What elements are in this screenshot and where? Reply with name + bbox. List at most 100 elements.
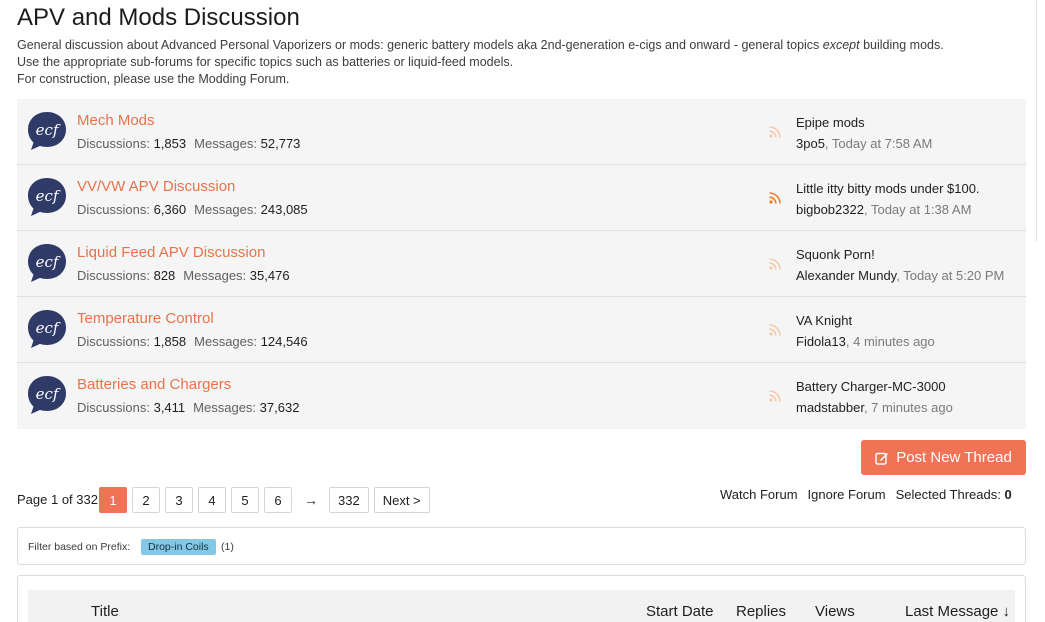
subforum-title-link[interactable]: Liquid Feed APV Discussion bbox=[77, 244, 265, 261]
last-thread-link[interactable]: Battery Charger-MC-3000 bbox=[796, 379, 946, 394]
page-link-last[interactable]: 332 bbox=[329, 487, 369, 513]
discussions-count: 1,853 bbox=[153, 136, 187, 151]
forum-tools: Watch Forum Ignore Forum Selected Thread… bbox=[720, 487, 1012, 502]
svg-text:ecf: ecf bbox=[36, 385, 61, 403]
last-thread-link[interactable]: Squonk Porn! bbox=[796, 247, 875, 262]
description-line: Use the appropriate sub-forums for speci… bbox=[17, 55, 514, 69]
discussions-count: 1,858 bbox=[153, 334, 187, 349]
thread-list: Title Start Date Replies Views Last Mess… bbox=[17, 575, 1026, 622]
subforum-stats: Discussions: 1,858 Messages: 124,546 bbox=[77, 334, 308, 349]
discussions-label: Discussions: bbox=[77, 202, 150, 217]
page-indicator: Page 1 of 332 bbox=[17, 492, 98, 507]
rss-icon[interactable] bbox=[769, 258, 781, 270]
subforum-title-link[interactable]: Temperature Control bbox=[77, 310, 214, 327]
last-post-author-link[interactable]: Alexander Mundy bbox=[796, 268, 896, 283]
subforum-list: ecf Mech Mods Discussions: 1,853 Messages… bbox=[17, 99, 1026, 429]
last-post-author-link[interactable]: madstabber bbox=[796, 400, 864, 415]
rss-icon[interactable] bbox=[769, 390, 781, 402]
subforum-row: ecf Liquid Feed APV Discussion Discussio… bbox=[17, 231, 1026, 297]
column-start-date[interactable]: Start Date bbox=[646, 603, 714, 620]
subforum-title-link[interactable]: VV/VW APV Discussion bbox=[77, 178, 235, 195]
discussions-label: Discussions: bbox=[77, 136, 150, 151]
messages-label: Messages: bbox=[193, 400, 257, 415]
last-post-time: , Today at 5:20 PM bbox=[896, 268, 1005, 283]
page-link-6[interactable]: 6 bbox=[264, 487, 292, 513]
last-post-meta: bigbob2322, Today at 1:38 AM bbox=[796, 202, 971, 217]
subforum-row: ecf Temperature Control Discussions: 1,8… bbox=[17, 297, 1026, 363]
last-thread-link[interactable]: Little itty bitty mods under $100. bbox=[796, 181, 980, 196]
subforum-title-link[interactable]: Batteries and Chargers bbox=[77, 376, 231, 393]
discussions-count: 6,360 bbox=[153, 202, 187, 217]
selected-threads-label: Selected Threads: bbox=[895, 487, 1001, 502]
ecf-speech-bubble-icon: ecf bbox=[28, 178, 66, 216]
discussions-label: Discussions: bbox=[77, 334, 150, 349]
ecf-speech-bubble-icon: ecf bbox=[28, 376, 66, 414]
last-post-meta: madstabber, 7 minutes ago bbox=[796, 400, 953, 415]
rss-icon[interactable] bbox=[769, 324, 781, 336]
column-views[interactable]: Views bbox=[815, 603, 855, 620]
page-link-3[interactable]: 3 bbox=[165, 487, 193, 513]
ecf-speech-bubble-icon: ecf bbox=[28, 310, 66, 348]
messages-count: 243,085 bbox=[260, 202, 308, 217]
last-post-time: , Today at 1:38 AM bbox=[863, 202, 972, 217]
column-last-message[interactable]: Last Message ↓ bbox=[905, 603, 1010, 620]
ecf-speech-bubble-icon: ecf bbox=[28, 112, 66, 150]
last-thread-link[interactable]: Epipe mods bbox=[796, 115, 865, 130]
subforum-row: ecf VV/VW APV Discussion Discussions: 6,… bbox=[17, 165, 1026, 231]
page-link-1[interactable]: 1 bbox=[99, 487, 127, 513]
selected-threads-link[interactable]: Selected Threads: 0 bbox=[896, 487, 1012, 502]
last-post-author-link[interactable]: Fidola13 bbox=[796, 334, 846, 349]
ignore-forum-link[interactable]: Ignore Forum bbox=[808, 487, 886, 502]
last-post-author-link[interactable]: 3po5 bbox=[796, 136, 825, 151]
description-line: For construction, please use the Modding… bbox=[17, 72, 290, 86]
next-page-button[interactable]: Next > bbox=[373, 487, 430, 513]
subforum-stats: Discussions: 6,360 Messages: 243,085 bbox=[77, 202, 308, 217]
messages-count: 124,546 bbox=[260, 334, 308, 349]
divider bbox=[1036, 0, 1037, 242]
last-post-meta: Alexander Mundy, Today at 5:20 PM bbox=[796, 268, 1004, 283]
subforum-row: ecf Batteries and Chargers Discussions: … bbox=[17, 363, 1026, 429]
rss-icon[interactable] bbox=[769, 126, 781, 138]
page-link-4[interactable]: 4 bbox=[198, 487, 226, 513]
messages-label: Messages: bbox=[194, 334, 258, 349]
prefix-filter-bar: Filter based on Prefix: Drop-in Coils (1… bbox=[17, 527, 1026, 565]
last-post-meta: 3po5, Today at 7:58 AM bbox=[796, 136, 932, 151]
column-replies[interactable]: Replies bbox=[736, 603, 786, 620]
prefix-tag-drop-in-coils[interactable]: Drop-in Coils bbox=[141, 539, 216, 555]
post-new-thread-button[interactable]: Post New Thread bbox=[861, 440, 1026, 475]
last-post-meta: Fidola13, 4 minutes ago bbox=[796, 334, 935, 349]
page-skip-arrow[interactable]: → bbox=[297, 492, 325, 508]
last-post-time: , Today at 7:58 AM bbox=[824, 136, 933, 151]
thread-list-header: Title Start Date Replies Views Last Mess… bbox=[28, 590, 1015, 622]
messages-label: Messages: bbox=[194, 202, 258, 217]
messages-count: 37,632 bbox=[259, 400, 300, 415]
messages-label: Messages: bbox=[183, 268, 247, 283]
post-new-thread-label: Post New Thread bbox=[896, 449, 1012, 466]
rss-icon[interactable] bbox=[769, 192, 781, 204]
prefix-count: (1) bbox=[221, 541, 234, 553]
subforum-stats: Discussions: 3,411 Messages: 37,632 bbox=[77, 400, 299, 415]
description-text: building mods. bbox=[859, 38, 944, 52]
messages-label: Messages: bbox=[194, 136, 258, 151]
discussions-label: Discussions: bbox=[77, 268, 150, 283]
discussions-count: 828 bbox=[153, 268, 176, 283]
discussions-label: Discussions: bbox=[77, 400, 150, 415]
svg-text:ecf: ecf bbox=[36, 319, 61, 337]
last-post-time: , 4 minutes ago bbox=[845, 334, 935, 349]
last-thread-link[interactable]: VA Knight bbox=[796, 313, 852, 328]
page-link-2[interactable]: 2 bbox=[132, 487, 160, 513]
ecf-speech-bubble-icon: ecf bbox=[28, 244, 66, 282]
last-post-time: , 7 minutes ago bbox=[863, 400, 953, 415]
subforum-row: ecf Mech Mods Discussions: 1,853 Messages… bbox=[17, 99, 1026, 165]
subforum-title-link[interactable]: Mech Mods bbox=[77, 112, 155, 129]
page-link-5[interactable]: 5 bbox=[231, 487, 259, 513]
messages-count: 35,476 bbox=[249, 268, 290, 283]
svg-text:ecf: ecf bbox=[36, 187, 61, 205]
description-emphasis: except bbox=[822, 38, 860, 52]
filter-label: Filter based on Prefix: bbox=[28, 541, 131, 553]
column-title[interactable]: Title bbox=[91, 603, 119, 620]
edit-icon bbox=[875, 452, 889, 465]
description-text: General discussion about Advanced Person… bbox=[17, 38, 823, 52]
last-post-author-link[interactable]: bigbob2322 bbox=[796, 202, 864, 217]
watch-forum-link[interactable]: Watch Forum bbox=[720, 487, 798, 502]
